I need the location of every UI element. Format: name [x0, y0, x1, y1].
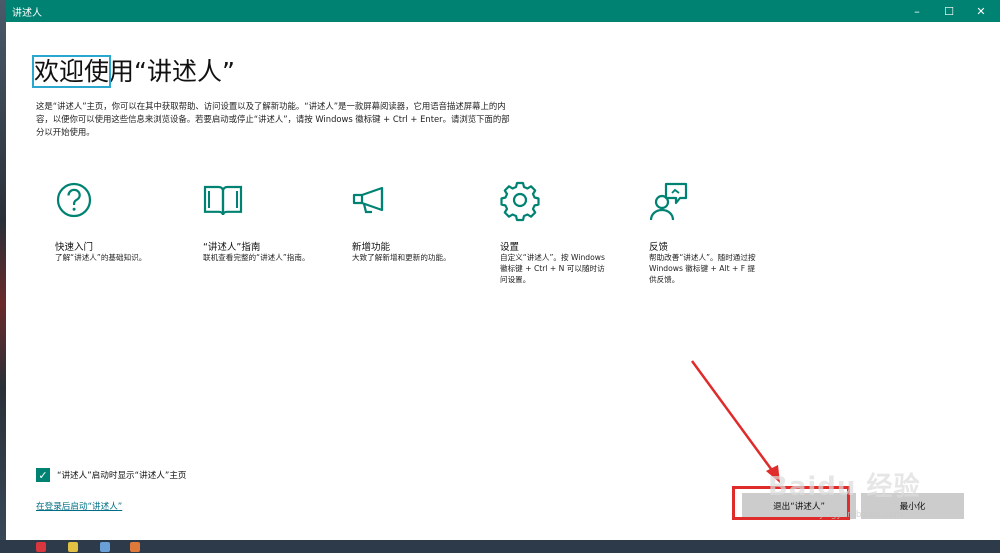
- megaphone-icon: [352, 178, 392, 224]
- checkbox-label: “讲述人”启动时显示“讲述人”主页: [57, 471, 187, 481]
- card-description: 了解“讲述人”的基础知识。: [55, 253, 147, 262]
- person-feedback-icon: [649, 178, 689, 224]
- page-title-rest: 用“讲述人”: [109, 57, 235, 86]
- app-icon[interactable]: [130, 542, 140, 552]
- baidu-watermark: Baidu 经验: [768, 472, 921, 502]
- app-icon[interactable]: [100, 542, 110, 552]
- card-title: 设置: [500, 242, 520, 253]
- taskbar: [0, 540, 1000, 553]
- open-book-icon: [203, 178, 243, 224]
- show-home-checkbox-row[interactable]: ✓ “讲述人”启动时显示“讲述人”主页: [36, 468, 187, 482]
- app-icon[interactable]: [36, 542, 46, 552]
- start-after-signin-link[interactable]: 在登录后启动“讲述人”: [36, 500, 122, 512]
- card-description: 联机查看完整的“讲述人”指南。: [203, 253, 310, 262]
- maximize-window-button[interactable]: ☐: [932, 0, 966, 22]
- card-title: 反馈: [649, 242, 669, 253]
- show-home-checkbox[interactable]: ✓: [36, 468, 50, 482]
- page-title: 欢迎使用“讲述人”: [31, 52, 235, 88]
- card-title: “讲述人”指南: [203, 242, 261, 253]
- card-title: 快速入门: [55, 242, 94, 253]
- baidu-watermark-url: jingyan.baidu.com: [820, 510, 904, 520]
- title-bar: 讲述人 – ☐ ✕: [6, 0, 1000, 22]
- close-window-button[interactable]: ✕: [964, 0, 998, 22]
- window-title: 讲述人: [12, 8, 42, 19]
- minimize-window-button[interactable]: –: [900, 0, 934, 22]
- intro-text: 这是“讲述人”主页，你可以在其中获取帮助、访问设置以及了解新功能。“讲述人”是一…: [36, 101, 510, 137]
- focus-highlight: 欢迎使: [31, 55, 112, 88]
- card-description: 自定义“讲述人”。按 Windows 徽标键 + Ctrl + N 可以随时访问…: [500, 253, 605, 284]
- app-icon[interactable]: [68, 542, 78, 552]
- minimize-icon: –: [914, 4, 920, 18]
- card-title: 新增功能: [352, 242, 391, 253]
- checkmark-icon: ✓: [38, 468, 48, 482]
- card-description: 帮助改善“讲述人”。随时通过按 Windows 徽标键 + Alt + F 提供…: [649, 253, 756, 284]
- gear-icon: [500, 178, 540, 224]
- question-circle-icon: [55, 178, 95, 224]
- card-description: 大致了解新增和更新的功能。: [352, 253, 451, 262]
- close-icon: ✕: [976, 4, 986, 18]
- maximize-icon: ☐: [944, 4, 954, 18]
